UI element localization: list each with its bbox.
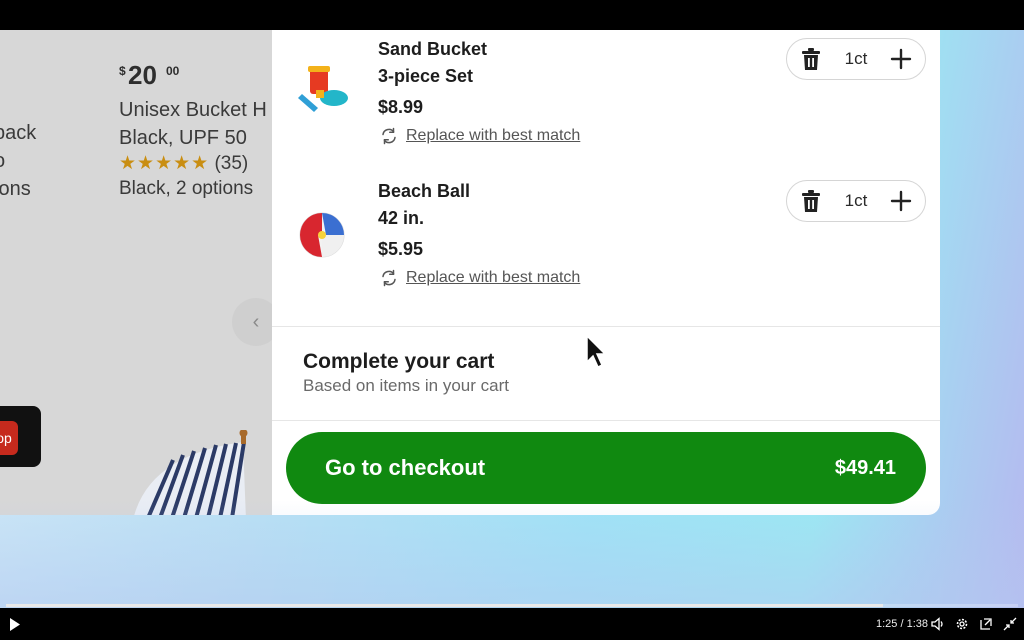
product-price-cents: 00 bbox=[166, 64, 180, 78]
mouse-pointer-icon bbox=[586, 335, 607, 369]
shop-button[interactable]: op bbox=[0, 421, 18, 455]
quantity-stepper: 1ct bbox=[786, 38, 926, 80]
review-count: (35) bbox=[214, 153, 249, 174]
plus-icon bbox=[890, 48, 912, 70]
progress-bar[interactable] bbox=[6, 604, 1018, 607]
cart-item: Sand Bucket 3-piece Set $8.99 Replace wi… bbox=[272, 30, 940, 170]
play-icon[interactable] bbox=[9, 618, 21, 631]
item-name-line: 3-piece Set bbox=[378, 66, 474, 86]
carousel-prev-button[interactable]: ‹ bbox=[232, 298, 272, 346]
section-divider bbox=[272, 326, 940, 327]
increase-quantity-button[interactable] bbox=[889, 47, 913, 71]
plus-icon bbox=[890, 190, 912, 212]
go-to-checkout-button[interactable]: Go to checkout $49.41 bbox=[286, 432, 926, 504]
item-name-line: Sand Bucket bbox=[378, 39, 488, 59]
quantity-value: 1ct bbox=[844, 49, 868, 68]
product-rating: ★★★★★ (35) bbox=[119, 152, 248, 175]
remove-item-button[interactable] bbox=[799, 189, 823, 213]
progress-fill bbox=[6, 604, 884, 607]
complete-cart-title: Complete your cart bbox=[303, 350, 495, 373]
product-title-line: Black, UPF 50 bbox=[119, 127, 247, 149]
video-top-bar bbox=[0, 0, 1024, 30]
replace-with-best-match-link[interactable]: Replace with best match bbox=[380, 127, 580, 145]
star-rating-icon: ★★★★★ bbox=[119, 153, 210, 174]
chevron-left-icon: ‹ bbox=[252, 310, 260, 333]
cart-panel: Sand Bucket 3-piece Set $8.99 Replace wi… bbox=[272, 30, 940, 515]
item-price: $5.95 bbox=[378, 239, 424, 259]
video-controls: 1:25 / 1:38 bbox=[0, 604, 1024, 640]
refresh-icon bbox=[382, 269, 396, 287]
clipped-product-text: o bbox=[0, 150, 5, 173]
refresh-icon bbox=[382, 127, 396, 145]
quantity-stepper: 1ct bbox=[786, 180, 926, 222]
trash-icon bbox=[802, 190, 820, 212]
time-display: 1:25 / 1:38 bbox=[876, 618, 928, 630]
sand-bucket-image bbox=[298, 66, 348, 112]
clipped-product-text: back bbox=[0, 122, 37, 144]
item-price: $8.99 bbox=[378, 97, 424, 117]
replace-label: Replace with best match bbox=[406, 127, 581, 144]
volume-icon[interactable] bbox=[931, 617, 945, 631]
video-stage: back o ions $ 20 00 Unisex Bucket H Blac… bbox=[0, 30, 1024, 608]
shop-button-frame: op bbox=[0, 406, 41, 467]
exit-fullscreen-icon[interactable] bbox=[1003, 617, 1017, 631]
product-price-currency: $ bbox=[119, 64, 126, 78]
checkout-label: Go to checkout bbox=[325, 455, 486, 480]
product-title-line: Unisex Bucket H bbox=[119, 99, 267, 121]
gear-icon[interactable] bbox=[955, 617, 969, 631]
background-product-grid: back o ions $ 20 00 Unisex Bucket H Blac… bbox=[0, 30, 272, 515]
trash-icon bbox=[802, 48, 820, 70]
replace-with-best-match-link[interactable]: Replace with best match bbox=[380, 269, 580, 287]
item-name-line: 42 in. bbox=[378, 208, 425, 228]
cart-item: Beach Ball 42 in. $5.95 Replace with bes… bbox=[272, 172, 940, 312]
clipped-product-text: ions bbox=[0, 178, 31, 200]
umbrella-image bbox=[134, 430, 248, 515]
product-title[interactable]: Unisex Bucket H Black, UPF 50 bbox=[119, 96, 267, 152]
beach-ball-image bbox=[299, 212, 345, 258]
quantity-value: 1ct bbox=[844, 191, 868, 210]
product-price: 20 bbox=[128, 60, 157, 90]
product-options: Black, 2 options bbox=[119, 178, 254, 199]
increase-quantity-button[interactable] bbox=[889, 189, 913, 213]
section-divider bbox=[272, 420, 940, 421]
complete-cart-subtitle: Based on items in your cart bbox=[303, 376, 509, 395]
replace-label: Replace with best match bbox=[406, 269, 581, 286]
remove-item-button[interactable] bbox=[799, 47, 823, 71]
item-name-line: Beach Ball bbox=[378, 181, 471, 201]
picture-in-picture-icon[interactable] bbox=[979, 617, 993, 631]
checkout-total: $49.41 bbox=[834, 456, 896, 479]
